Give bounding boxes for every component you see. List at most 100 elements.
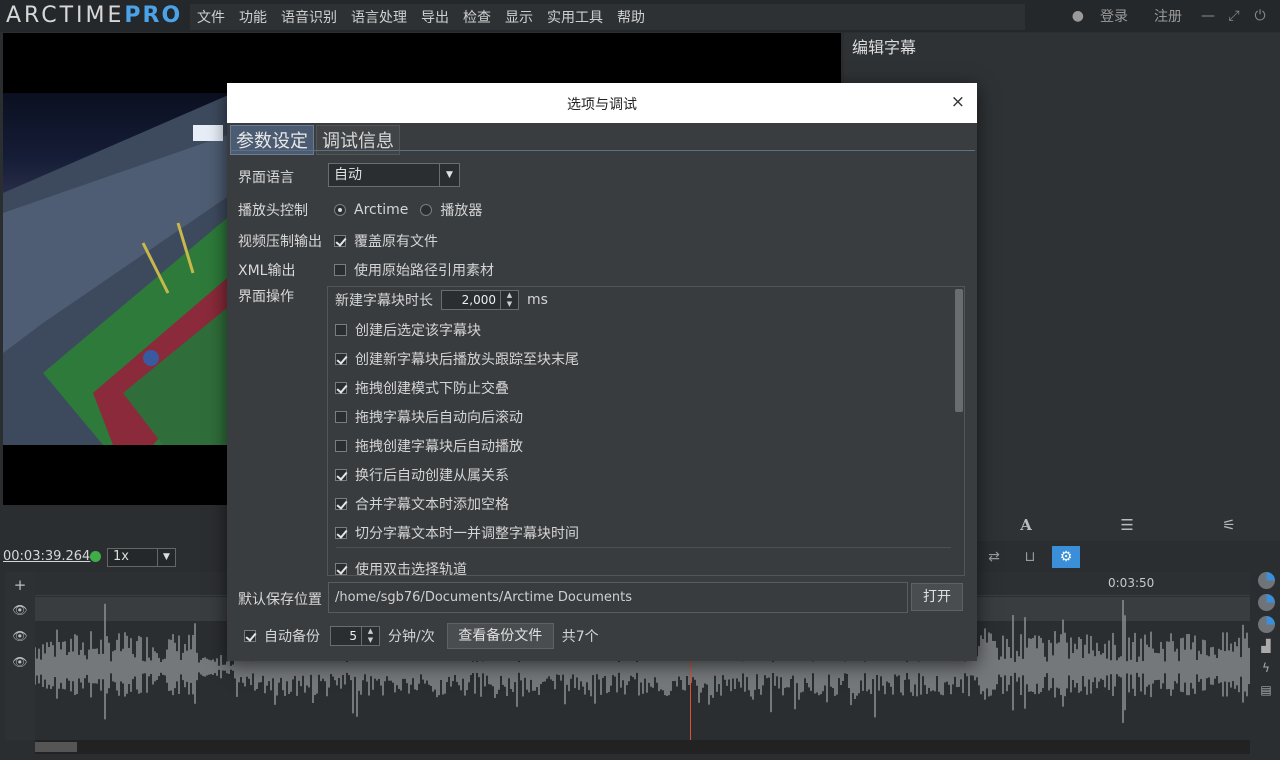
radio-player[interactable] <box>420 204 433 216</box>
list-divider <box>336 547 951 548</box>
user-icon: ● <box>1071 8 1084 24</box>
ui-ops-checkbox[interactable] <box>335 382 347 394</box>
zoom-dial-icon[interactable] <box>1257 572 1275 589</box>
menu-display[interactable]: 显示 <box>498 7 540 27</box>
eye-icon[interactable]: 👁 <box>12 656 28 668</box>
minimize-icon[interactable]: — <box>1198 8 1218 24</box>
view-backup-button[interactable]: 查看备份文件 <box>446 623 554 649</box>
original-path-checkbox[interactable] <box>334 264 346 276</box>
timeline-side-tools: ▟ ϟ ▤ <box>1255 572 1277 699</box>
tab-underline <box>230 150 975 151</box>
lightning-icon[interactable]: ϟ <box>1262 660 1270 677</box>
subtitle-icon[interactable]: ▤ <box>1260 682 1271 699</box>
ui-language-select[interactable]: 自动 ▼ <box>328 163 460 187</box>
spinner-icon[interactable]: ▲ ▼ <box>361 627 379 645</box>
ui-ops-item: 换行后自动创建从属关系 <box>335 465 509 485</box>
scrollbar-thumb[interactable] <box>35 742 77 752</box>
ui-ops-item: 拖拽字幕块后自动向后滚动 <box>335 407 523 427</box>
duration-input[interactable]: 2,000 ▲ ▼ <box>441 290 519 310</box>
app-logo: ARCTIMEPRO <box>6 3 182 28</box>
ui-ops-item-label: 拖拽创建模式下防止交叠 <box>355 381 509 397</box>
font-icon[interactable]: A <box>1020 516 1032 534</box>
xml-export-row: 使用原始路径引用素材 <box>334 260 494 280</box>
menu-help[interactable]: 帮助 <box>610 7 652 27</box>
menu-language-processing[interactable]: 语言处理 <box>344 7 414 27</box>
timeline-scrollbar[interactable] <box>35 740 1250 754</box>
right-toolbar: A ☰ ⚟ <box>976 510 1280 540</box>
save-location-label: 默认保存位置 <box>238 592 322 608</box>
ui-ops-checkbox[interactable] <box>335 527 347 539</box>
video-export-label: 视频压制输出 <box>238 234 322 250</box>
add-track-icon[interactable]: + <box>12 578 28 593</box>
chevron-down-icon: ▼ <box>439 164 459 186</box>
ui-ops-checkbox[interactable] <box>335 440 347 452</box>
ui-ops-checkbox[interactable] <box>335 469 347 481</box>
magnet-icon[interactable]: ⊔ <box>1016 546 1044 568</box>
menu-tools[interactable]: 实用工具 <box>540 7 610 27</box>
auto-backup-checkbox[interactable] <box>244 630 256 642</box>
overwrite-checkbox[interactable] <box>334 235 346 247</box>
ui-ops-checkbox[interactable] <box>335 563 347 575</box>
eye-icon[interactable]: 👁 <box>12 630 28 642</box>
menu-speech-recognition[interactable]: 语音识别 <box>274 7 344 27</box>
open-button[interactable]: 打开 <box>911 583 963 611</box>
ui-ops-checkbox[interactable] <box>335 498 347 510</box>
speed-select[interactable]: 1x ▼ <box>107 548 176 567</box>
ui-ops-item-label: 换行后自动创建从属关系 <box>355 468 509 484</box>
menu-check[interactable]: 检查 <box>456 7 498 27</box>
edit-subtitle-title: 编辑字幕 <box>852 38 917 57</box>
ui-ops-checkbox[interactable] <box>335 324 347 336</box>
timeline-toolbar: ⇄ ⊔ ⚙ <box>980 546 1080 568</box>
ui-ops-item-label: 合并字幕文本时添加空格 <box>355 497 509 513</box>
ui-ops-checkbox[interactable] <box>335 411 347 423</box>
ui-ops-item-label: 拖拽创建字幕块后自动播放 <box>355 439 523 455</box>
swap-icon[interactable]: ⇄ <box>980 546 1008 568</box>
ruler-time-label: 0:03:50 <box>1108 576 1155 590</box>
track-headers: + 👁 👁 👁 <box>5 572 35 740</box>
list-icon[interactable]: ☰ <box>1120 516 1133 534</box>
menu-bar: 文件 功能 语音识别 语言处理 导出 检查 显示 实用工具 帮助 <box>190 4 1025 30</box>
radio-arctime[interactable] <box>334 204 346 216</box>
radio-player-label: 播放器 <box>440 203 483 219</box>
duration-row: 新建字幕块时长 2,000 ▲ ▼ ms <box>335 290 548 310</box>
ui-language-value: 自动 <box>334 167 362 183</box>
radio-arctime-label: Arctime <box>354 202 409 218</box>
maximize-icon[interactable]: ⤢ <box>1224 8 1244 24</box>
user-area: ● 登录 注册 — ⤢ ⏻ <box>1072 6 1270 26</box>
waveform-icon[interactable]: ▟ <box>1261 638 1270 655</box>
ui-ops-item: 拖拽创建模式下防止交叠 <box>335 378 509 398</box>
timecode[interactable]: 00:03:39.264 <box>3 549 90 564</box>
logo-pro: PRO <box>124 3 183 28</box>
menu-function[interactable]: 功能 <box>232 7 274 27</box>
settings-sliders-icon[interactable]: ⚟ <box>1222 516 1235 534</box>
gear-icon[interactable]: ⚙ <box>1052 546 1080 568</box>
ui-ops-item-label: 拖拽字幕块后自动向后滚动 <box>355 410 523 426</box>
xml-export-label: XML输出 <box>238 263 296 279</box>
ui-ops-list[interactable]: 新建字幕块时长 2,000 ▲ ▼ ms 创建后选定该字幕块创建新字幕块后播放头跟踪… <box>327 286 965 576</box>
login-link[interactable]: 登录 <box>1100 6 1128 26</box>
spinner-icon[interactable]: ▲ ▼ <box>500 291 518 309</box>
menu-export[interactable]: 导出 <box>414 7 456 27</box>
speed-value: 1x <box>113 549 129 564</box>
options-dialog: 选项与调试 × 参数设定 调试信息 界面语言 自动 ▼ 播放头控制 Arctime… <box>227 83 977 661</box>
register-link[interactable]: 注册 <box>1154 6 1182 26</box>
backup-interval-input[interactable]: 5 ▲ ▼ <box>330 626 380 646</box>
ui-ops-checkbox[interactable] <box>335 353 347 365</box>
save-path-input[interactable]: /home/sgb76/Documents/Arctime Documents <box>328 582 908 613</box>
ui-ops-item-label: 创建新字幕块后播放头跟踪至块末尾 <box>355 352 579 368</box>
video-export-row: 覆盖原有文件 <box>334 231 438 251</box>
power-icon[interactable]: ⏻ <box>1250 8 1270 24</box>
menu-file[interactable]: 文件 <box>190 7 232 27</box>
ui-ops-item: 合并字幕文本时添加空格 <box>335 494 509 514</box>
backup-row: 自动备份 5 ▲ ▼ 分钟/次 查看备份文件 共7个 <box>244 623 599 649</box>
eye-icon[interactable]: 👁 <box>12 604 28 616</box>
ui-ops-item: 使用双击选择轨道 <box>335 559 467 576</box>
playhead-control-options: Arctime 播放器 <box>334 200 482 220</box>
ui-ops-item-label: 使用双击选择轨道 <box>355 562 467 576</box>
ui-ops-scrollbar[interactable] <box>955 289 963 412</box>
duration-label: 新建字幕块时长 <box>335 293 433 309</box>
zoom-dial-icon[interactable] <box>1257 616 1275 633</box>
close-icon[interactable]: × <box>951 92 965 112</box>
ui-ops-item: 创建后选定该字幕块 <box>335 320 481 340</box>
zoom-dial-icon[interactable] <box>1257 594 1275 611</box>
